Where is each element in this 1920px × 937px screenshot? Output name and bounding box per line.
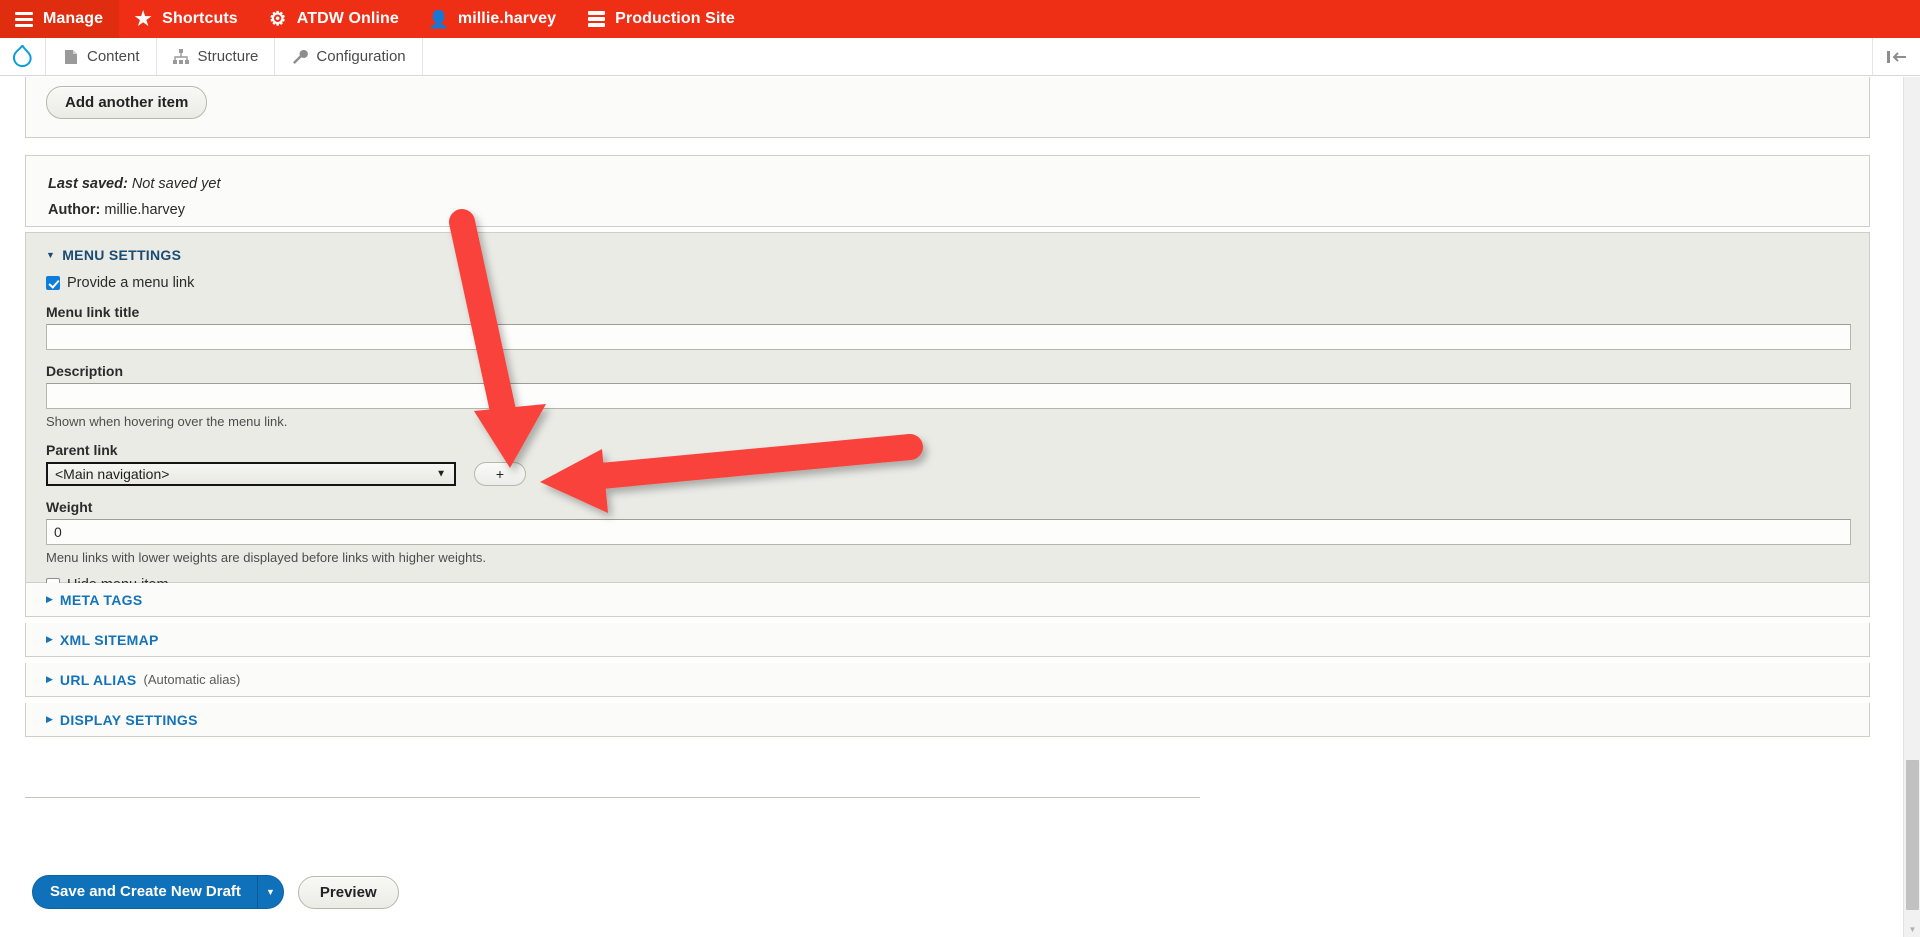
menu-link-title-label: Menu link title xyxy=(46,304,140,320)
tab-label: Content xyxy=(87,48,140,65)
fieldset-subtitle: (Automatic alias) xyxy=(143,672,241,687)
tab-content[interactable]: Content xyxy=(46,38,157,75)
document-icon xyxy=(62,48,79,65)
fieldset-title: URL ALIAS xyxy=(59,671,137,688)
admin-tab-bar: Content Structure Configuration xyxy=(0,38,1920,76)
fieldset-xml-sitemap[interactable]: ▶ XML SITEMAP xyxy=(25,623,1870,657)
fieldset-title: META TAGS xyxy=(59,591,143,608)
add-another-item-button[interactable]: Add another item xyxy=(46,86,208,119)
tab-label: Structure xyxy=(197,48,259,65)
scroll-down-arrow-icon[interactable]: ▼ xyxy=(1904,922,1920,936)
triangle-right-icon: ▶ xyxy=(46,594,53,604)
toolbar-item-atdw-online[interactable]: ⚙ ATDW Online xyxy=(254,0,415,38)
tab-label: Configuration xyxy=(316,48,406,65)
fieldset-url-alias[interactable]: ▶ URL ALIAS (Automatic alias) xyxy=(25,663,1870,697)
gear-icon: ⚙ xyxy=(269,8,287,30)
actions-divider xyxy=(25,797,1200,798)
toolbar-item-label: Shortcuts xyxy=(162,10,238,27)
author-row: Author: millie.harvey xyxy=(48,200,1847,221)
user-icon: 👤 xyxy=(428,9,450,29)
page-content: Add another item Last saved: Not saved y… xyxy=(0,77,1903,937)
wrench-icon xyxy=(291,48,308,65)
toolbar-item-label: Production Site xyxy=(615,10,735,27)
sitemap-icon xyxy=(173,48,190,65)
chevron-down-icon[interactable]: ▼ xyxy=(256,876,283,908)
toolbar-orientation-icon[interactable] xyxy=(1872,38,1920,75)
tab-configuration[interactable]: Configuration xyxy=(275,38,423,75)
triangle-down-icon: ▼ xyxy=(46,249,56,260)
toolbar-item-user[interactable]: 👤 millie.harvey xyxy=(415,0,572,38)
toolbar-item-manage[interactable]: Manage xyxy=(0,0,120,38)
save-button-label: Save and Create New Draft xyxy=(50,883,241,900)
fieldset-title: DISPLAY SETTINGS xyxy=(59,711,198,728)
description-label: Description xyxy=(46,363,124,379)
author-label: Author: xyxy=(48,202,101,219)
menu-settings-toggle[interactable]: ▼ MENU SETTINGS xyxy=(26,233,181,263)
chevron-down-icon: ▼ xyxy=(436,468,446,480)
fieldset-title: XML SITEMAP xyxy=(59,631,159,648)
last-saved-label: Last saved: xyxy=(48,176,128,192)
triangle-right-icon: ▶ xyxy=(46,714,53,724)
provide-menu-link-label: Provide a menu link xyxy=(67,275,195,291)
scrollbar-thumb[interactable] xyxy=(1906,760,1919,910)
provide-menu-link-row: Provide a menu link xyxy=(46,275,1869,291)
weight-label: Weight xyxy=(46,499,93,515)
description-help-text: Shown when hovering over the menu link. xyxy=(46,414,288,429)
server-icon xyxy=(586,9,606,29)
fieldset-display-settings[interactable]: ▶ DISPLAY SETTINGS xyxy=(25,703,1870,737)
save-and-create-new-draft-button[interactable]: Save and Create New Draft ▼ xyxy=(32,875,284,909)
vertical-scrollbar[interactable]: ▼ xyxy=(1903,77,1920,937)
preview-button[interactable]: Preview xyxy=(297,875,399,909)
add-parent-link-button[interactable]: + xyxy=(474,462,526,486)
menu-settings-title: MENU SETTINGS xyxy=(62,247,182,263)
triangle-right-icon: ▶ xyxy=(46,634,53,644)
tab-structure[interactable]: Structure xyxy=(157,38,276,75)
star-icon: ★ xyxy=(134,8,152,30)
tab-bar-spacer xyxy=(423,38,1872,75)
form-actions: Save and Create New Draft ▼ Preview xyxy=(32,875,399,909)
weight-input[interactable] xyxy=(46,519,1851,545)
field-items-panel: Add another item xyxy=(25,77,1870,138)
author-value: millie.harvey xyxy=(104,202,185,219)
last-saved-row: Last saved: Not saved yet xyxy=(48,174,1847,195)
toolbar-item-label: millie.harvey xyxy=(457,10,557,27)
description-input[interactable] xyxy=(46,383,1851,409)
node-meta-panel: Last saved: Not saved yet Author: millie… xyxy=(25,155,1870,227)
provide-menu-link-checkbox[interactable] xyxy=(46,276,60,290)
menu-link-title-input[interactable] xyxy=(46,324,1851,350)
toolbar-item-label: ATDW Online xyxy=(296,10,399,27)
parent-link-selected-value: <Main navigation> xyxy=(55,466,170,482)
parent-link-row: <Main navigation> ▼ + xyxy=(46,462,1869,486)
parent-link-label: Parent link xyxy=(46,442,118,458)
weight-help-text: Menu links with lower weights are displa… xyxy=(46,550,487,565)
hamburger-icon xyxy=(14,9,34,29)
parent-link-select[interactable]: <Main navigation> ▼ xyxy=(46,462,456,486)
menu-settings-fieldset: ▼ MENU SETTINGS Provide a menu link Menu… xyxy=(25,232,1870,593)
last-saved-value: Not saved yet xyxy=(131,176,221,192)
toolbar-item-label: Manage xyxy=(43,10,104,27)
admin-toolbar: Manage ★ Shortcuts ⚙ ATDW Online 👤 milli… xyxy=(0,0,1920,38)
triangle-right-icon: ▶ xyxy=(46,674,53,684)
toolbar-item-shortcuts[interactable]: ★ Shortcuts xyxy=(119,0,254,38)
fieldset-meta-tags[interactable]: ▶ META TAGS xyxy=(25,583,1870,617)
drupal-logo-icon[interactable] xyxy=(0,38,46,75)
toolbar-item-production-site[interactable]: Production Site xyxy=(572,0,751,38)
